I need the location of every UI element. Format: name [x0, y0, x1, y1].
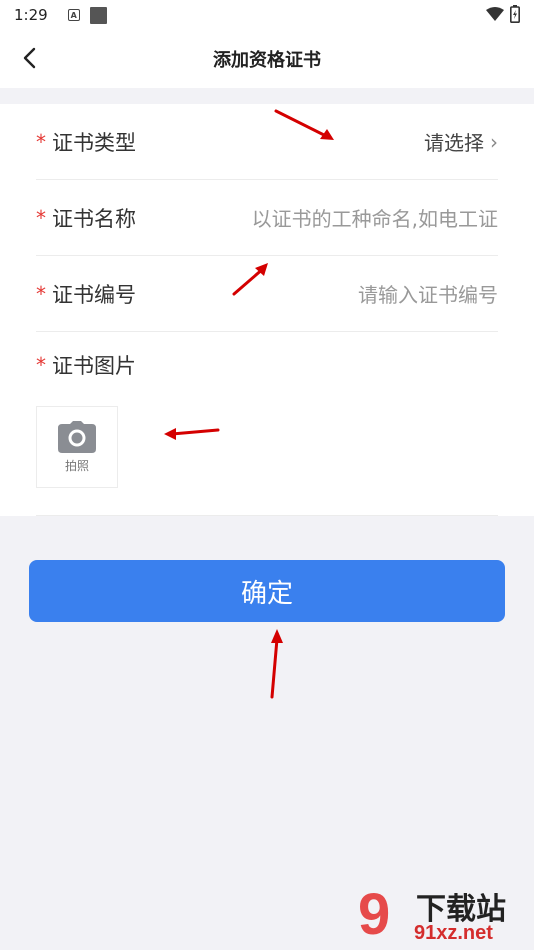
battery-icon [510, 5, 520, 23]
take-photo-caption: 拍照 [64, 458, 89, 473]
watermark-url: 91xz.net [414, 922, 493, 944]
certificate-image-label: 证书图片 [52, 354, 136, 378]
required-mark: * [36, 281, 46, 306]
wifi-icon [486, 7, 504, 21]
annotation-arrow-icon [270, 629, 283, 699]
annotation-arrow-icon [274, 109, 334, 140]
watermark: 9 下载站 91xz.net [354, 880, 534, 950]
page-title: 添加资格证书 [213, 50, 321, 71]
back-button[interactable] [14, 43, 44, 73]
certificate-type-row[interactable]: * 证书类型 请选择 › [36, 104, 498, 180]
notification-square-icon [89, 6, 107, 24]
certificate-number-label-group: * 证书编号 [36, 279, 136, 309]
watermark-logo: 9 [358, 882, 391, 947]
camera-icon [58, 420, 96, 453]
certificate-type-select[interactable]: 请选择 › [424, 127, 498, 156]
certificate-name-label: 证书名称 [52, 206, 136, 231]
certificate-type-label-group: * 证书类型 [36, 127, 136, 157]
certificate-name-row: * 证书名称 以证书的工种命名,如电工证 [36, 180, 498, 256]
status-time: 1:29 [14, 6, 48, 24]
certificate-type-label: 证书类型 [52, 130, 136, 155]
chevron-left-icon [23, 47, 36, 69]
certificate-image-label-group: * 证书图片 [36, 350, 136, 380]
form-divider [36, 515, 498, 516]
certificate-form: * 证书类型 请选择 › * 证书名称 以证书的工种命名,如电工证 * 证书编号… [0, 104, 534, 516]
certificate-number-input[interactable]: 请输入证书编号 [358, 279, 498, 308]
navigation-bar: 添加资格证书 [0, 30, 534, 88]
notification-a-icon: A [67, 9, 80, 21]
annotation-arrow-icon [232, 263, 268, 296]
status-bar: 1:29 A [0, 0, 534, 30]
certificate-type-value: 请选择 [424, 131, 484, 155]
certificate-name-input[interactable]: 以证书的工种命名,如电工证 [252, 203, 498, 232]
annotation-arrow-icon [164, 428, 220, 440]
required-mark: * [36, 353, 46, 377]
required-mark: * [36, 129, 46, 154]
certificate-number-label: 证书编号 [52, 282, 136, 307]
take-photo-button[interactable]: 拍照 [36, 406, 118, 488]
chevron-right-icon: › [490, 129, 498, 154]
certificate-name-label-group: * 证书名称 [36, 203, 136, 233]
required-mark: * [36, 205, 46, 230]
confirm-button[interactable]: 确定 [29, 560, 505, 622]
